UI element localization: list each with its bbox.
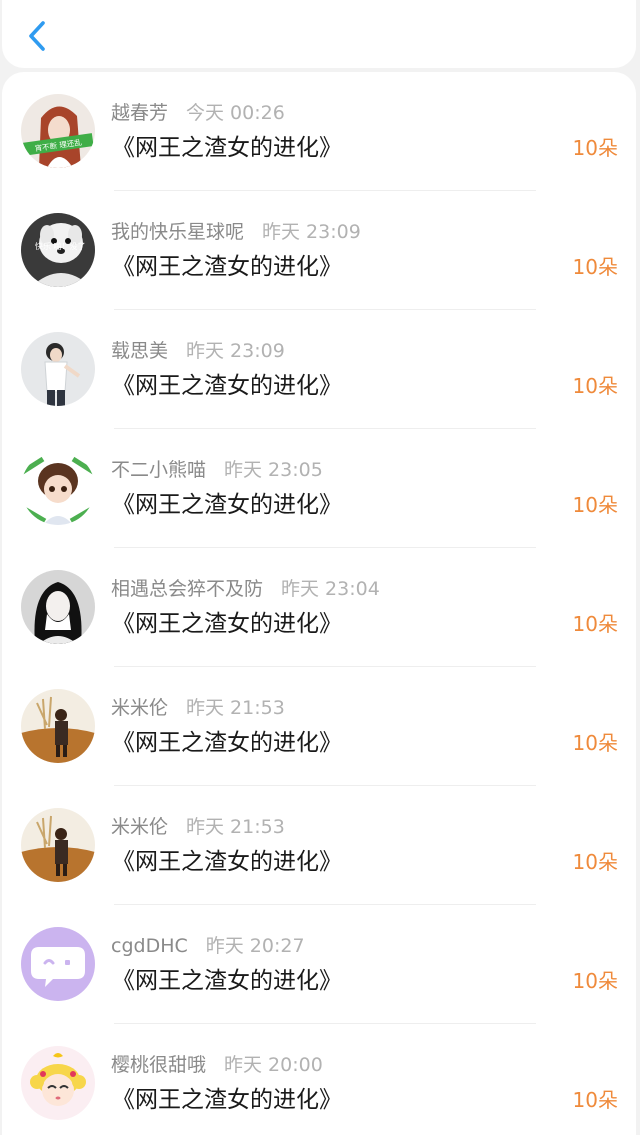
book-title: 《网王之渣女的进化》 xyxy=(112,254,342,280)
gift-amount: 10朵 xyxy=(572,1088,618,1112)
avatar xyxy=(21,808,95,882)
list-item[interactable]: 不二小熊喵 昨天 23:05 《网王之渣女的进化》 10朵 xyxy=(2,429,636,548)
timestamp: 昨天 23:04 xyxy=(281,578,380,600)
user-name: 越春芳 xyxy=(111,102,169,124)
user-name: 载思美 xyxy=(111,340,169,362)
avatar xyxy=(21,927,95,1001)
list-item[interactable]: 相遇总会猝不及防 昨天 23:04 《网王之渣女的进化》 10朵 xyxy=(2,548,636,667)
gift-amount: 10朵 xyxy=(572,612,618,636)
avatar-caption: 快乐 啪！没了 xyxy=(35,241,86,251)
user-name: 樱桃很甜哦 xyxy=(111,1054,207,1076)
book-title: 《网王之渣女的进化》 xyxy=(112,373,342,399)
user-name: 相遇总会猝不及防 xyxy=(111,578,264,600)
chevron-left-icon[interactable] xyxy=(24,18,52,54)
gift-amount: 10朵 xyxy=(572,969,618,993)
list-item[interactable]: 载思美 昨天 23:09 《网王之渣女的进化》 10朵 xyxy=(2,310,636,429)
gift-record-list: 宵不断 理还乱 越春芳 今天 00:26 《网王之渣女的进化》 10朵 快乐 啪！… xyxy=(2,72,636,1135)
user-name: 米米伦 xyxy=(111,816,169,838)
timestamp: 昨天 23:09 xyxy=(262,221,361,243)
user-name: 我的快乐星球呢 xyxy=(111,221,245,243)
book-title: 《网王之渣女的进化》 xyxy=(112,135,342,161)
book-title: 《网王之渣女的进化》 xyxy=(112,968,342,994)
timestamp: 昨天 20:00 xyxy=(224,1054,323,1076)
timestamp: 昨天 21:53 xyxy=(186,697,285,719)
gift-amount: 10朵 xyxy=(572,731,618,755)
gift-amount: 10朵 xyxy=(572,136,618,160)
top-bar xyxy=(2,0,636,68)
avatar xyxy=(21,570,95,644)
gift-amount: 10朵 xyxy=(572,850,618,874)
gift-amount: 10朵 xyxy=(572,374,618,398)
timestamp: 昨天 23:05 xyxy=(224,459,323,481)
user-name: cgdDHC xyxy=(111,935,188,957)
list-item[interactable]: 宵不断 理还乱 越春芳 今天 00:26 《网王之渣女的进化》 10朵 xyxy=(2,72,636,191)
list-item[interactable]: 米米伦 昨天 21:53 《网王之渣女的进化》 10朵 xyxy=(2,667,636,786)
timestamp: 昨天 21:53 xyxy=(186,816,285,838)
user-name: 不二小熊喵 xyxy=(111,459,207,481)
gift-amount: 10朵 xyxy=(572,493,618,517)
list-item[interactable]: 樱桃很甜哦 昨天 20:00 《网王之渣女的进化》 10朵 xyxy=(2,1024,636,1135)
user-name: 米米伦 xyxy=(111,697,169,719)
list-item[interactable]: 快乐 啪！没了 我的快乐星球呢 昨天 23:09 《网王之渣女的进化》 10朵 xyxy=(2,191,636,310)
avatar xyxy=(21,689,95,763)
avatar: 快乐 啪！没了 xyxy=(21,213,95,287)
avatar xyxy=(21,451,95,525)
list-item[interactable]: cgdDHC 昨天 20:27 《网王之渣女的进化》 10朵 xyxy=(2,905,636,1024)
book-title: 《网王之渣女的进化》 xyxy=(112,1087,342,1113)
gift-amount: 10朵 xyxy=(572,255,618,279)
avatar xyxy=(21,1046,95,1120)
avatar xyxy=(21,332,95,406)
book-title: 《网王之渣女的进化》 xyxy=(112,492,342,518)
timestamp: 今天 00:26 xyxy=(186,102,285,124)
book-title: 《网王之渣女的进化》 xyxy=(112,730,342,756)
timestamp: 昨天 20:27 xyxy=(205,935,305,957)
avatar: 宵不断 理还乱 xyxy=(21,94,95,168)
timestamp: 昨天 23:09 xyxy=(186,340,285,362)
book-title: 《网王之渣女的进化》 xyxy=(112,849,342,875)
book-title: 《网王之渣女的进化》 xyxy=(112,611,342,637)
list-item[interactable]: 米米伦 昨天 21:53 《网王之渣女的进化》 10朵 xyxy=(2,786,636,905)
